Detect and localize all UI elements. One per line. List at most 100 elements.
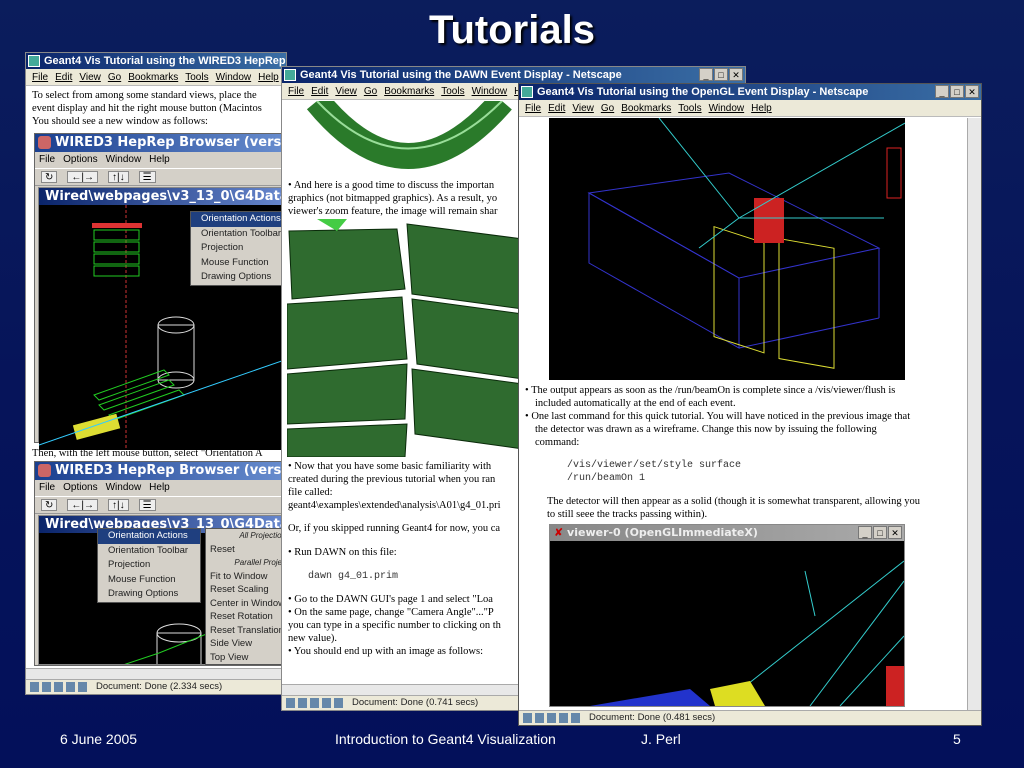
menu-help[interactable]: Help	[751, 103, 772, 114]
menu-item-orientation-actions[interactable]: Orientation Actions	[191, 212, 286, 227]
bullet-text: command:	[535, 437, 580, 448]
menu-item-projection[interactable]: Projection	[191, 241, 286, 256]
menu-bookmarks[interactable]: Bookmarks	[128, 72, 178, 83]
close-button[interactable]: ✕	[965, 85, 979, 98]
app-menu-file[interactable]: File	[39, 154, 55, 165]
menu-item-orientation-toolbar[interactable]: Orientation Toolbar	[191, 227, 286, 242]
opengl-netscape-window: Geant4 Vis Tutorial using the OpenGL Eve…	[518, 83, 982, 726]
minimize-button[interactable]: _	[858, 526, 872, 539]
app-menu-file[interactable]: File	[39, 482, 55, 493]
maximize-button[interactable]: □	[873, 526, 887, 539]
intro-text: To select from among some standard views…	[32, 90, 257, 101]
netscape-icon	[521, 86, 533, 98]
menu-go[interactable]: Go	[364, 86, 377, 97]
reload-tool-icon[interactable]: ↻	[41, 499, 58, 511]
window-title: Geant4 Vis Tutorial using the OpenGL Eve…	[537, 86, 869, 98]
menu-view[interactable]: View	[335, 86, 357, 97]
menu-item-mouse-function[interactable]: Mouse Function	[191, 256, 286, 271]
dawn-paragraph: • And here is a good time to discuss the…	[288, 180, 495, 191]
dawn-detector-image	[287, 219, 523, 457]
menu-item-orientation-actions[interactable]: Orientation Actions	[98, 529, 200, 544]
menu-edit[interactable]: Edit	[311, 86, 328, 97]
app-menu-window[interactable]: Window	[106, 482, 142, 493]
menu-tools[interactable]: Tools	[441, 86, 464, 97]
submenu-reset-translation[interactable]: Reset Translation	[206, 624, 286, 638]
after-text: The detector will then appear as a solid…	[547, 496, 920, 507]
status-bar: Document: Done (0.481 secs)	[519, 710, 981, 725]
menu-item-orientation-toolbar[interactable]: Orientation Toolbar	[98, 544, 200, 559]
dawn-paragraph: Or, if you skipped running Geant4 for no…	[288, 523, 501, 534]
horizontal-scrollbar[interactable]	[26, 668, 286, 679]
up-down-tool-icon[interactable]: ↑|↓	[108, 171, 129, 183]
menu-edit[interactable]: Edit	[55, 72, 72, 83]
maximize-button[interactable]: □	[950, 85, 964, 98]
menu-bookmarks[interactable]: Bookmarks	[384, 86, 434, 97]
app-menu-options[interactable]: Options	[63, 154, 97, 165]
dawn-paragraph: • Go to the DAWN GUI's page 1 and select…	[288, 594, 493, 605]
menu-go[interactable]: Go	[601, 103, 614, 114]
back-forward-tool-icon[interactable]: ←|→	[67, 171, 98, 183]
window-title: Geant4 Vis Tutorial using the DAWN Event…	[300, 69, 622, 81]
menu-help[interactable]: Help	[258, 72, 279, 83]
menu-item-drawing-options[interactable]: Drawing Options	[191, 270, 286, 285]
close-button[interactable]: ✕	[729, 68, 743, 81]
submenu-center-in-window[interactable]: Center in Window	[206, 597, 286, 611]
app-menu-window[interactable]: Window	[106, 154, 142, 165]
bullet-text: • One last command for this quick tutori…	[519, 410, 969, 423]
status-text: Document: Done (2.334 secs)	[96, 681, 223, 692]
back-forward-tool-icon[interactable]: ←|→	[67, 499, 98, 511]
app-menu-help[interactable]: Help	[149, 482, 170, 493]
app-menu-options[interactable]: Options	[63, 482, 97, 493]
close-button[interactable]: ✕	[888, 526, 902, 539]
then-text: Then, with the left mouse button, select…	[32, 448, 263, 459]
up-down-tool-icon[interactable]: ↑|↓	[108, 499, 129, 511]
bullet-text: the detector was drawn as a wireframe. C…	[535, 424, 877, 435]
menu-item-drawing-options[interactable]: Drawing Options	[98, 587, 200, 602]
menu-tools[interactable]: Tools	[678, 103, 701, 114]
menu-window[interactable]: Window	[216, 72, 252, 83]
maximize-button[interactable]: □	[714, 68, 728, 81]
wired-icon	[38, 464, 51, 477]
title-bar: Geant4 Vis Tutorial using the OpenGL Eve…	[519, 84, 981, 100]
tree-tool-icon[interactable]: ☰	[138, 499, 156, 511]
dawn-paragraph: • Now that you have some basic familiari…	[288, 461, 492, 472]
title-bar: Geant4 Vis Tutorial using the DAWN Event…	[282, 67, 745, 83]
menu-bar: File Edit View Go Bookmarks Tools Window Help	[26, 69, 286, 86]
menu-item-projection[interactable]: Projection	[98, 558, 200, 573]
submenu-reset[interactable]: Reset	[206, 543, 286, 557]
submenu-reset-rotation[interactable]: Reset Rotation	[206, 610, 286, 624]
menu-file[interactable]: File	[288, 86, 304, 97]
menu-edit[interactable]: Edit	[548, 103, 565, 114]
status-icons	[30, 682, 90, 692]
menu-go[interactable]: Go	[108, 72, 121, 83]
minimize-button[interactable]: _	[699, 68, 713, 81]
menu-file[interactable]: File	[525, 103, 541, 114]
menu-tools[interactable]: Tools	[185, 72, 208, 83]
app-menu-help[interactable]: Help	[149, 154, 170, 165]
menu-item-mouse-function[interactable]: Mouse Function	[98, 573, 200, 588]
submenu-side-view[interactable]: Side View	[206, 637, 286, 651]
intro-text: event display and hit the right mouse bu…	[32, 103, 262, 114]
menu-window[interactable]: Window	[472, 86, 508, 97]
menu-file[interactable]: File	[32, 72, 48, 83]
vertical-scrollbar[interactable]	[967, 118, 981, 710]
menu-view[interactable]: View	[572, 103, 594, 114]
submenu-fit-to-window[interactable]: Fit to Window	[206, 570, 286, 584]
minimize-button[interactable]: _	[935, 85, 949, 98]
submenu-top-view[interactable]: Top View	[206, 651, 286, 665]
netscape-icon	[28, 55, 40, 67]
bullet-line: One last command for this quick tutorial…	[531, 411, 911, 422]
menu-view[interactable]: View	[79, 72, 101, 83]
status-text: Document: Done (0.481 secs)	[589, 712, 716, 723]
dawn-paragraph: file called:	[288, 487, 333, 498]
wired-app-screenshot-2: WIRED3 HepRep Browser (version 3.1 File O…	[34, 461, 286, 666]
submenu-reset-scaling[interactable]: Reset Scaling	[206, 583, 286, 597]
tree-tool-icon[interactable]: ☰	[138, 171, 156, 183]
reload-tool-icon[interactable]: ↻	[41, 171, 58, 183]
dawn-paragraph: viewer's zoom feature, the image will re…	[288, 206, 498, 217]
menu-bookmarks[interactable]: Bookmarks	[621, 103, 671, 114]
app-title: WIRED3 HepRep Browser (version 3.1	[55, 463, 286, 478]
dawn-paragraph: you can type in a specific number to cli…	[288, 620, 501, 631]
dawn-paragraph: • On the same page, change "Camera Angle…	[288, 607, 494, 618]
menu-window[interactable]: Window	[709, 103, 745, 114]
